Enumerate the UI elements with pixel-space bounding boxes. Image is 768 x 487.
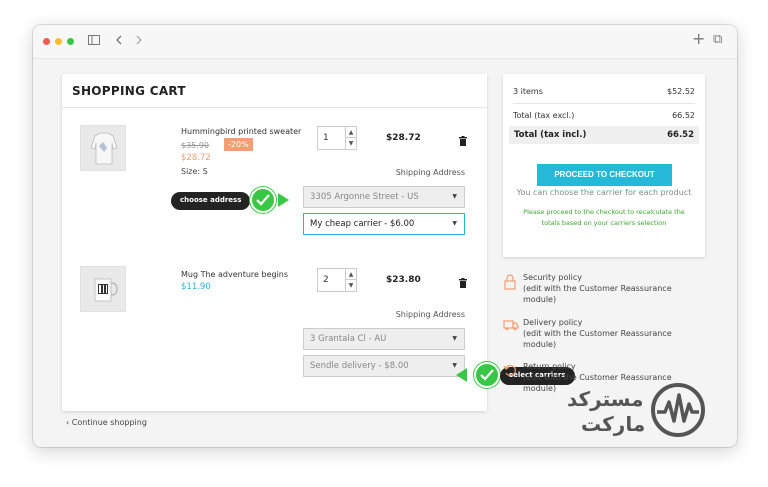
- quantity-buttons: ▲ ▼: [345, 269, 356, 291]
- security-policy-text: Security policy (edit with the Customer …: [503, 272, 693, 305]
- trash-icon[interactable]: [459, 131, 467, 146]
- address-select-value: 3305 Argonne Street - US: [310, 192, 419, 202]
- quantity-value[interactable]: 2: [323, 275, 329, 285]
- arrow-right-icon: [278, 193, 289, 207]
- chevron-down-icon: ▼: [452, 220, 457, 227]
- summary-items-label: 3 items: [513, 87, 543, 96]
- quantity-down-icon[interactable]: ▼: [346, 138, 356, 149]
- discount-badge: -20%: [224, 138, 253, 151]
- tax-incl-value: 66.52: [667, 130, 694, 140]
- shipping-address-label: Shipping Address: [395, 310, 465, 319]
- quantity-down-icon[interactable]: ▼: [346, 280, 356, 291]
- chevron-down-icon: ▼: [452, 335, 457, 342]
- old-price: $35.90: [181, 141, 209, 150]
- product-name[interactable]: Hummingbird printed sweater: [181, 127, 301, 136]
- product-thumbnail-sweater[interactable]: [80, 125, 126, 171]
- cart-divider: [62, 107, 487, 108]
- arrow-left-icon: [456, 368, 467, 382]
- address-select[interactable]: 3305 Argonne Street - US ▼: [303, 186, 465, 208]
- summary-items-value: $52.52: [667, 87, 695, 96]
- cart-summary-panel: 3 items $52.52 Total (tax excl.) 66.52 T…: [503, 74, 705, 257]
- delivery-policy-text: Delivery policy (edit with the Customer …: [503, 317, 693, 350]
- carrier-select[interactable]: My cheap carrier - $6.00 ▼: [303, 213, 465, 235]
- delivery-policy-title: Delivery policy: [523, 318, 583, 327]
- carrier-note: You can choose the carrier for each prod…: [516, 188, 692, 197]
- recalculate-note: Please proceed to the checkout to recalc…: [523, 208, 685, 227]
- new-tab-icon[interactable]: +: [692, 31, 705, 47]
- sidebar-toggle-icon[interactable]: [88, 33, 100, 49]
- line-total: $23.80: [386, 275, 421, 285]
- browser-window: + ⧉ SHOPPING CART Hummingbird printed sw…: [33, 25, 737, 447]
- carrier-select-value: Sendle delivery - $8.00: [310, 361, 409, 371]
- address-select[interactable]: 3 Grantala Cl - AU ▼: [303, 328, 465, 350]
- minimize-window-dot[interactable]: [55, 38, 62, 45]
- watermark-icon: [651, 383, 705, 437]
- tax-excl-label: Total (tax excl.): [513, 111, 575, 120]
- forward-icon[interactable]: [135, 33, 143, 49]
- delivery-policy-sub: (edit with the Customer Reassurance modu…: [523, 329, 672, 349]
- shopping-cart-panel: SHOPPING CART Hummingbird printed sweate…: [62, 74, 487, 411]
- delivery-policy-block[interactable]: Delivery policy (edit with the Customer …: [503, 317, 705, 353]
- address-select-value: 3 Grantala Cl - AU: [310, 334, 387, 344]
- tax-incl-label: Total (tax incl.): [514, 130, 587, 140]
- product-price: $28.72: [181, 153, 211, 163]
- line-total: $28.72: [386, 133, 421, 143]
- carrier-select[interactable]: Sendle delivery - $8.00 ▼: [303, 355, 465, 377]
- close-window-dot[interactable]: [43, 38, 50, 45]
- security-policy-block[interactable]: Security policy (edit with the Customer …: [503, 272, 705, 308]
- quantity-buttons: ▲ ▼: [345, 127, 356, 149]
- tab-overview-icon[interactable]: ⧉: [713, 32, 722, 48]
- watermark-line-2: مارکت: [581, 412, 646, 436]
- security-policy-title: Security policy: [523, 273, 582, 282]
- product-size: Size: S: [181, 167, 208, 176]
- watermark-line-1: مسترکد: [567, 387, 644, 411]
- browser-titlebar: + ⧉: [33, 25, 737, 59]
- summary-items-row: 3 items $52.52: [513, 87, 695, 96]
- trash-icon[interactable]: [459, 273, 467, 288]
- product-price: $11.90: [181, 282, 211, 292]
- checkmark-icon: [474, 362, 500, 388]
- back-icon[interactable]: [115, 33, 123, 49]
- security-policy-sub: (edit with the Customer Reassurance modu…: [523, 284, 672, 304]
- quantity-stepper[interactable]: 1 ▲ ▼: [317, 126, 357, 150]
- cart-title: SHOPPING CART: [72, 84, 186, 98]
- quantity-value[interactable]: 1: [323, 133, 329, 143]
- tax-excl-value: 66.52: [672, 111, 695, 120]
- quantity-up-icon[interactable]: ▲: [346, 269, 356, 280]
- checkmark-icon: [250, 187, 276, 213]
- chevron-down-icon: ▼: [452, 193, 457, 200]
- product-thumbnail-mug[interactable]: [80, 266, 126, 312]
- return-policy-title: Return policy: [523, 362, 576, 371]
- proceed-to-checkout-button[interactable]: PROCEED TO CHECKOUT: [537, 164, 672, 186]
- maximize-window-dot[interactable]: [67, 38, 74, 45]
- summary-tax-excl-row: Total (tax excl.) 66.52: [513, 111, 695, 120]
- continue-shopping-link[interactable]: ‹ Continue shopping: [66, 418, 147, 427]
- product-name[interactable]: Mug The adventure begins: [181, 270, 288, 279]
- continue-shopping-label: Continue shopping: [71, 418, 147, 427]
- carrier-select-value: My cheap carrier - $6.00: [310, 219, 415, 229]
- quantity-up-icon[interactable]: ▲: [346, 127, 356, 138]
- shipping-address-label: Shipping Address: [395, 168, 465, 177]
- quantity-stepper[interactable]: 2 ▲ ▼: [317, 268, 357, 292]
- summary-total-row: Total (tax incl.) 66.52: [509, 126, 699, 144]
- summary-divider: [513, 103, 695, 104]
- choose-address-callout: choose address: [171, 192, 251, 210]
